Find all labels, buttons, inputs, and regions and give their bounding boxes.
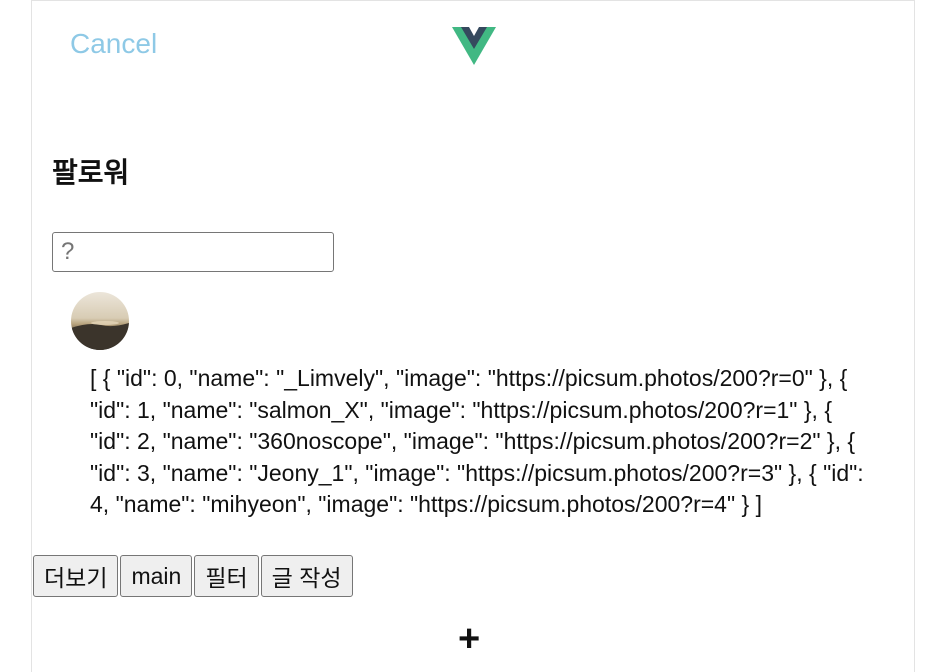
followers-json-text: [ { "id": 0, "name": "_Limvely", "image"… bbox=[90, 365, 864, 517]
main-button[interactable]: main bbox=[120, 555, 193, 597]
search-input[interactable] bbox=[52, 232, 334, 272]
cancel-button[interactable]: Cancel bbox=[70, 28, 157, 60]
avatar-photo-icon bbox=[71, 292, 129, 350]
vue-logo-icon bbox=[452, 27, 496, 65]
avatar bbox=[71, 292, 129, 350]
page-title: 팔로워 bbox=[52, 157, 130, 188]
filter-button[interactable]: 필터 bbox=[194, 555, 259, 597]
write-post-button[interactable]: 글 작성 bbox=[260, 555, 353, 597]
more-button[interactable]: 더보기 bbox=[33, 555, 119, 597]
add-button[interactable]: + bbox=[458, 620, 480, 658]
action-button-row: 더보기 main 필터 글 작성 bbox=[33, 555, 353, 597]
